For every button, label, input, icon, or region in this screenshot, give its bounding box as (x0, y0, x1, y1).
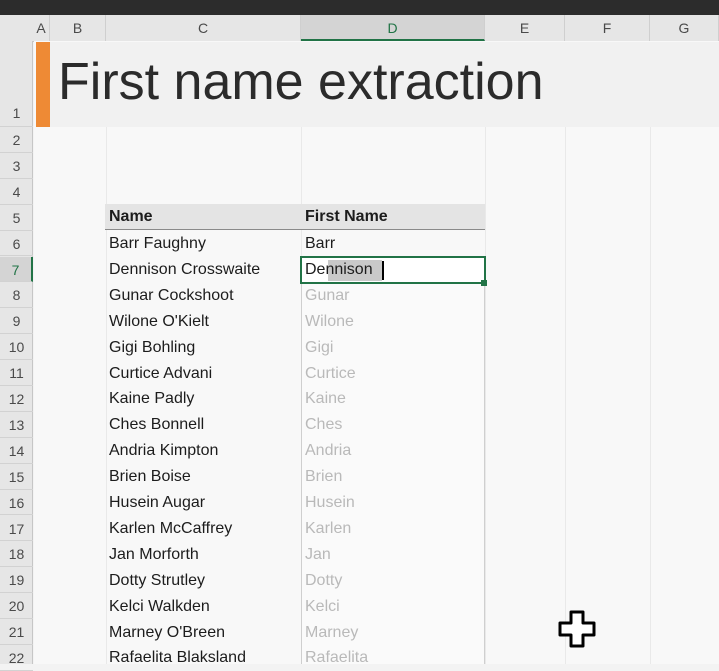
name-cell[interactable]: Jan Morforth (109, 542, 199, 568)
name-cell[interactable]: Barr Faughny (109, 231, 206, 257)
row-header-7[interactable]: 7 (0, 256, 33, 283)
flash-fill-suggestion: Gigi (305, 338, 334, 356)
row-header-19[interactable]: 19 (0, 567, 33, 594)
name-cell[interactable]: Husein Augar (109, 490, 205, 516)
table-header-underline (105, 229, 485, 230)
name-cell[interactable]: Wilone O'Kielt (109, 309, 209, 335)
name-cell[interactable]: Gigi Bohling (109, 335, 195, 361)
gridline (485, 127, 486, 664)
name-cell[interactable]: Kaine Padly (109, 386, 194, 412)
name-cell[interactable]: Marney O'Breen (109, 620, 225, 646)
row-header-18[interactable]: 18 (0, 541, 33, 568)
column-header-g[interactable]: G (650, 15, 719, 41)
flash-fill-suggestion: Jan (305, 545, 331, 563)
column-header-b[interactable]: B (50, 15, 106, 41)
row-header-6[interactable]: 6 (0, 231, 33, 257)
flash-fill-suggestion: Rafaelita (305, 649, 369, 667)
first-name-cell[interactable]: Barr (305, 231, 335, 257)
name-cell[interactable]: Curtice Advani (109, 361, 212, 387)
flash-fill-suggestion: Karlen (305, 519, 352, 537)
column-header-d[interactable]: D (301, 15, 485, 41)
row-header-2[interactable]: 2 (0, 127, 33, 153)
flash-fill-suggestion: Andria (305, 442, 352, 460)
table-header-band (105, 204, 485, 229)
row-header-10[interactable]: 10 (0, 334, 33, 361)
window-title-strip (0, 0, 719, 15)
column-header-f[interactable]: F (565, 15, 650, 41)
row-header-11[interactable]: 11 (0, 360, 33, 386)
row-header-15[interactable]: 15 (0, 464, 33, 490)
column-header-a[interactable]: A (33, 15, 50, 41)
row-header-12[interactable]: 12 (0, 386, 33, 412)
name-cell[interactable]: Andria Kimpton (109, 438, 218, 464)
row-header-13[interactable]: 13 (0, 412, 33, 438)
row-header-20[interactable]: 20 (0, 593, 33, 620)
flash-fill-suggestion: Gunar (305, 286, 350, 304)
flash-fill-suggestion: Curtice (305, 364, 356, 382)
flash-fill-suggestion: Kelci (305, 597, 340, 615)
flash-fill-suggestion: Kaine (305, 390, 346, 408)
gridline (565, 127, 566, 664)
gridline (650, 127, 651, 664)
name-cell[interactable]: Ches Bonnell (109, 412, 204, 438)
name-cell[interactable]: Kelci Walkden (109, 594, 210, 620)
flash-fill-suggestion: Marney (305, 623, 359, 641)
name-cell[interactable]: Brien Boise (109, 464, 191, 490)
text-caret (382, 261, 384, 280)
row-header-3[interactable]: 3 (0, 153, 33, 179)
name-cell[interactable]: Rafaelita Blaksland (109, 645, 246, 671)
column-header-c[interactable]: C (106, 15, 301, 41)
row-header-17[interactable]: 17 (0, 516, 33, 542)
page-title[interactable]: First name extraction (58, 52, 544, 112)
row-header-16[interactable]: 16 (0, 490, 33, 516)
header-name-cell[interactable]: Name (109, 204, 153, 230)
name-cell[interactable]: Dotty Strutley (109, 568, 205, 594)
flash-fill-suggestion: Dotty (305, 571, 343, 589)
header-first-name-cell[interactable]: First Name (305, 204, 388, 230)
title-accent-bar (36, 42, 50, 127)
cross-cursor-icon (558, 610, 596, 648)
flash-fill-suggestion: Husein (305, 494, 355, 511)
row-header-21[interactable]: 21 (0, 619, 33, 645)
flash-fill-suggestion: Ches (305, 416, 343, 434)
row-header-5[interactable]: 5 (0, 205, 33, 231)
row-header-1[interactable]: 1 (0, 41, 33, 127)
row-header-9[interactable]: 9 (0, 308, 33, 335)
fill-handle[interactable] (481, 280, 487, 286)
column-header-e[interactable]: E (485, 15, 565, 41)
name-cell[interactable]: Dennison Crosswaite (109, 257, 260, 283)
row-header-22[interactable]: 22 (0, 645, 33, 671)
flash-fill-suggestion: Brien (305, 468, 343, 486)
row-header-8[interactable]: 8 (0, 282, 33, 309)
active-cell-text[interactable]: Dennison (305, 257, 373, 283)
row-header-14[interactable]: 14 (0, 438, 33, 464)
name-cell[interactable]: Karlen McCaffrey (109, 516, 232, 542)
name-cell[interactable]: Gunar Cockshoot (109, 283, 234, 309)
row-header-4[interactable]: 4 (0, 179, 33, 205)
column-header-row: ABCDEFG (0, 15, 719, 42)
row-header-column: 1 2 3 4 5 6 7 8 9 10 11 12 13 14 15 16 17 18 19 20 21 22 (0, 41, 33, 671)
flash-fill-suggestion: Wilone (305, 312, 354, 330)
